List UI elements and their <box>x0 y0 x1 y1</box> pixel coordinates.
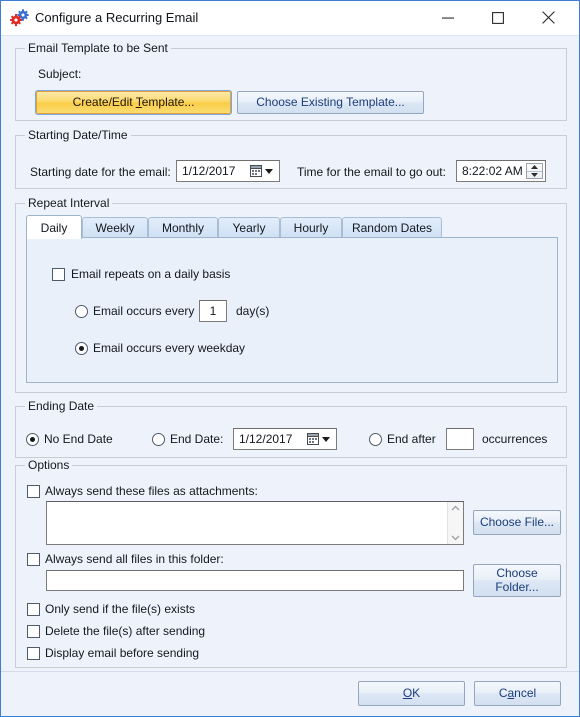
starting-date-input[interactable]: 1/12/2017 <box>176 160 280 182</box>
starting-datetime-legend: Starting Date/Time <box>25 128 131 142</box>
occurrences-input[interactable] <box>446 428 474 450</box>
date-picker-dropdown-button[interactable] <box>250 165 279 177</box>
delete-after-sending-label: Delete the file(s) after sending <box>45 624 206 638</box>
tab-hourly-label: Hourly <box>293 221 329 235</box>
tab-daily[interactable]: Daily <box>26 215 82 239</box>
tab-monthly[interactable]: Monthly <box>148 217 218 238</box>
close-icon <box>541 11 555 24</box>
tab-random-dates[interactable]: Random Dates <box>342 217 442 238</box>
repeat-interval-tabcontrol: Daily Weekly Monthly Yearly Hourly Rando… <box>26 215 558 383</box>
cancel-label: Cancel <box>498 685 537 700</box>
repeat-interval-legend: Repeat Interval <box>25 196 113 210</box>
end-date-label: End Date: <box>170 432 224 446</box>
attachments-listbox[interactable] <box>46 501 464 545</box>
window-title: Configure a Recurring Email <box>35 10 199 25</box>
spinner-up-button[interactable] <box>527 164 542 172</box>
time-input[interactable]: 8:22:02 AM <box>456 160 546 182</box>
only-send-if-exists-label: Only send if the file(s) exists <box>45 602 196 616</box>
attachments-checkbox[interactable] <box>27 485 40 498</box>
daily-weekday-label: Email occurs every weekday <box>93 341 246 355</box>
spinner-down-button[interactable] <box>527 172 542 179</box>
chevron-up-icon <box>451 505 460 511</box>
tab-yearly-label: Yearly <box>232 221 266 235</box>
chevron-down-icon <box>531 172 538 177</box>
choose-file-button[interactable]: Choose File... <box>473 510 561 535</box>
end-date-value: 1/12/2017 <box>239 432 293 446</box>
choose-file-label: Choose File... <box>479 514 555 529</box>
ok-label: OK <box>402 685 421 700</box>
choose-folder-button[interactable]: Choose Folder... <box>473 564 561 597</box>
starting-date-label: Starting date for the email: <box>30 165 171 179</box>
calendar-icon <box>250 165 262 177</box>
options-legend: Options <box>25 458 73 472</box>
end-after-label: End after <box>387 432 436 446</box>
choose-folder-label-line1: Choose <box>496 565 538 580</box>
occurrences-label: occurrences <box>482 432 548 446</box>
time-spinner[interactable] <box>526 163 543 179</box>
subject-label: Subject: <box>38 67 82 81</box>
time-label: Time for the email to go out: <box>297 165 446 179</box>
end-after-radio[interactable] <box>369 433 382 446</box>
attachments-label: Always send these files as attachments: <box>45 484 258 498</box>
tab-daily-label: Daily <box>40 220 68 235</box>
dialog-footer: OK Cancel <box>1 671 579 716</box>
tab-weekly[interactable]: Weekly <box>82 217 148 238</box>
tab-weekly-label: Weekly <box>95 221 135 235</box>
cancel-button[interactable]: Cancel <box>474 681 561 706</box>
starting-date-value: 1/12/2017 <box>182 164 236 178</box>
daily-repeats-checkbox[interactable] <box>52 268 65 281</box>
ok-button[interactable]: OK <box>358 681 465 706</box>
tab-strip: Daily Weekly Monthly Yearly Hourly Rando… <box>26 215 558 239</box>
chevron-down-icon <box>451 535 460 541</box>
daily-repeats-label: Email repeats on a daily basis <box>71 267 231 281</box>
close-button[interactable] <box>525 1 571 34</box>
folder-checkbox[interactable] <box>27 553 40 566</box>
tab-random-dates-label: Random Dates <box>351 221 433 235</box>
daily-every-n-days-label: Email occurs every <box>93 304 195 318</box>
no-end-date-label: No End Date <box>44 432 113 446</box>
choose-folder-label-line2: Folder... <box>495 579 539 594</box>
only-send-if-exists-checkbox[interactable] <box>27 603 40 616</box>
daily-weekday-radio[interactable] <box>75 342 88 355</box>
end-date-picker-dropdown-button[interactable] <box>307 433 336 445</box>
folder-path-input[interactable] <box>46 570 464 591</box>
choose-existing-template-label: Choose Existing Template... <box>256 94 405 109</box>
maximize-icon <box>492 11 504 24</box>
chevron-up-icon <box>531 165 538 170</box>
create-edit-template-button[interactable]: Create/Edit Template... <box>36 91 231 114</box>
choose-existing-template-button[interactable]: Choose Existing Template... <box>237 91 424 114</box>
tab-monthly-label: Monthly <box>161 221 205 235</box>
ending-date-legend: Ending Date <box>25 399 98 413</box>
display-before-sending-label: Display email before sending <box>45 646 200 660</box>
configure-recurring-email-dialog: Configure a Recurring Email Email Templa… <box>0 0 580 717</box>
chevron-down-icon <box>322 436 330 442</box>
daily-interval-value: 1 <box>209 304 217 318</box>
display-before-sending-checkbox[interactable] <box>27 647 40 660</box>
tab-yearly[interactable]: Yearly <box>218 217 280 238</box>
repeat-interval-group: Repeat Interval Daily Weekly Monthly Yea… <box>15 196 567 393</box>
email-template-legend: Email Template to be Sent <box>25 41 171 55</box>
folder-label: Always send all files in this folder: <box>45 552 224 566</box>
end-date-input[interactable]: 1/12/2017 <box>233 428 337 450</box>
daily-interval-input[interactable]: 1 <box>199 300 227 322</box>
create-edit-template-label: Create/Edit Template... <box>72 94 195 109</box>
daily-interval-units-label: day(s) <box>236 304 270 318</box>
minimize-icon <box>442 17 454 19</box>
delete-after-sending-checkbox[interactable] <box>27 625 40 638</box>
minimize-button[interactable] <box>425 1 471 34</box>
end-date-radio[interactable] <box>152 433 165 446</box>
chevron-down-icon <box>265 168 273 174</box>
title-bar: Configure a Recurring Email <box>1 1 579 36</box>
daily-tab-panel: Email repeats on a daily basis Email occ… <box>26 237 558 383</box>
time-value: 8:22:02 AM <box>462 164 523 178</box>
no-end-date-radio[interactable] <box>26 433 39 446</box>
tab-hourly[interactable]: Hourly <box>280 217 342 238</box>
daily-every-n-days-radio[interactable] <box>75 305 88 318</box>
attachments-scrollbar[interactable] <box>447 502 463 544</box>
gears-icon <box>10 9 30 27</box>
calendar-icon <box>307 433 319 445</box>
maximize-button[interactable] <box>475 1 521 34</box>
